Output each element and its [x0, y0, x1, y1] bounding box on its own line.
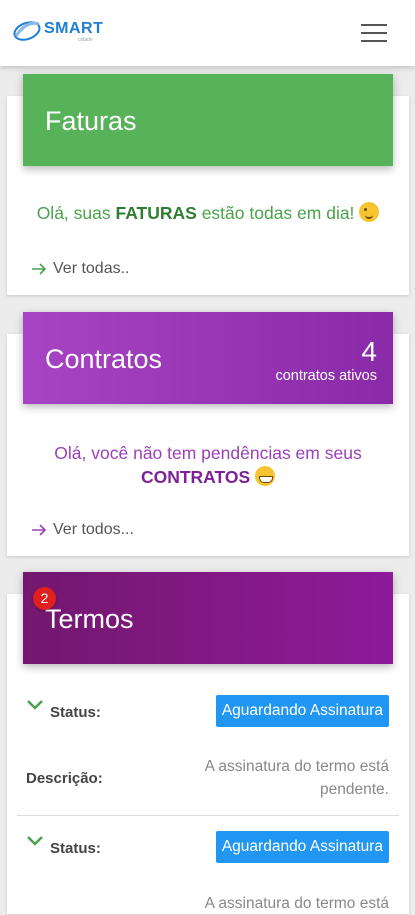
top-app-bar: SMART cidade: [0, 0, 415, 66]
logo-swoosh-icon: [13, 21, 41, 41]
contratos-title: Contratos: [45, 344, 163, 374]
ver-todos-link[interactable]: Ver todos...: [31, 521, 134, 539]
faturas-message-suffix: estão todas em dia!: [196, 203, 360, 223]
termos-notification-badge: 2: [33, 587, 56, 610]
faturas-card: Faturas Olá, suas FATURAS estão todas em…: [7, 74, 409, 295]
chevron-down-icon[interactable]: [27, 836, 43, 846]
status-button[interactable]: Aguardando Assinatura: [215, 831, 389, 863]
contratos-message-bold: CONTRATOS: [140, 467, 251, 487]
logo-text: SMART: [44, 20, 104, 37]
smart-logo[interactable]: SMART cidade: [12, 16, 122, 46]
grin-emoji-icon: [255, 466, 276, 486]
wink-emoji-icon: [359, 202, 380, 222]
ver-todas-label: Ver todas..: [53, 260, 130, 277]
hamburger-menu-icon[interactable]: [361, 24, 387, 42]
description-text: A assinatura do termo está pendente.: [204, 758, 389, 798]
termos-card: Termos 2 Status: Aguardando Assinatura D…: [7, 572, 409, 914]
contratos-count-label: contratos ativos: [275, 368, 377, 384]
termos-header[interactable]: Termos 2: [23, 572, 393, 664]
contratos-message: Olá, você não tem pendências em seus CON…: [7, 441, 409, 489]
status-button[interactable]: Aguardando Assinatura: [215, 695, 389, 727]
contratos-count: 4: [361, 336, 377, 367]
ver-todos-label: Ver todos...: [53, 521, 134, 538]
contratos-header[interactable]: Contratos 4 contratos ativos: [23, 312, 393, 404]
faturas-message: Olá, suas FATURAS estão todas em dia!: [7, 202, 409, 224]
faturas-title: Faturas: [45, 106, 137, 136]
description-text-partial: A assinatura do termo está: [204, 895, 389, 912]
description-label: Descrição:: [26, 770, 103, 787]
ver-todas-link[interactable]: Ver todas..: [31, 260, 130, 278]
termos-title: Termos: [45, 604, 134, 634]
arrow-right-icon: [32, 263, 47, 275]
faturas-message-prefix: Olá, suas: [36, 203, 116, 223]
contratos-card: Contratos 4 contratos ativos Olá, você n…: [7, 312, 409, 556]
status-label: Status:: [50, 840, 101, 857]
logo-subtext: cidade: [78, 37, 93, 43]
faturas-header[interactable]: Faturas: [23, 74, 393, 166]
arrow-right-icon: [32, 524, 47, 536]
status-label: Status:: [50, 704, 101, 721]
item-divider: [17, 815, 399, 816]
faturas-message-bold: FATURAS: [115, 203, 197, 223]
chevron-down-icon[interactable]: [27, 700, 43, 710]
contratos-message-line1: Olá, você não tem pendências em seus: [54, 443, 362, 463]
